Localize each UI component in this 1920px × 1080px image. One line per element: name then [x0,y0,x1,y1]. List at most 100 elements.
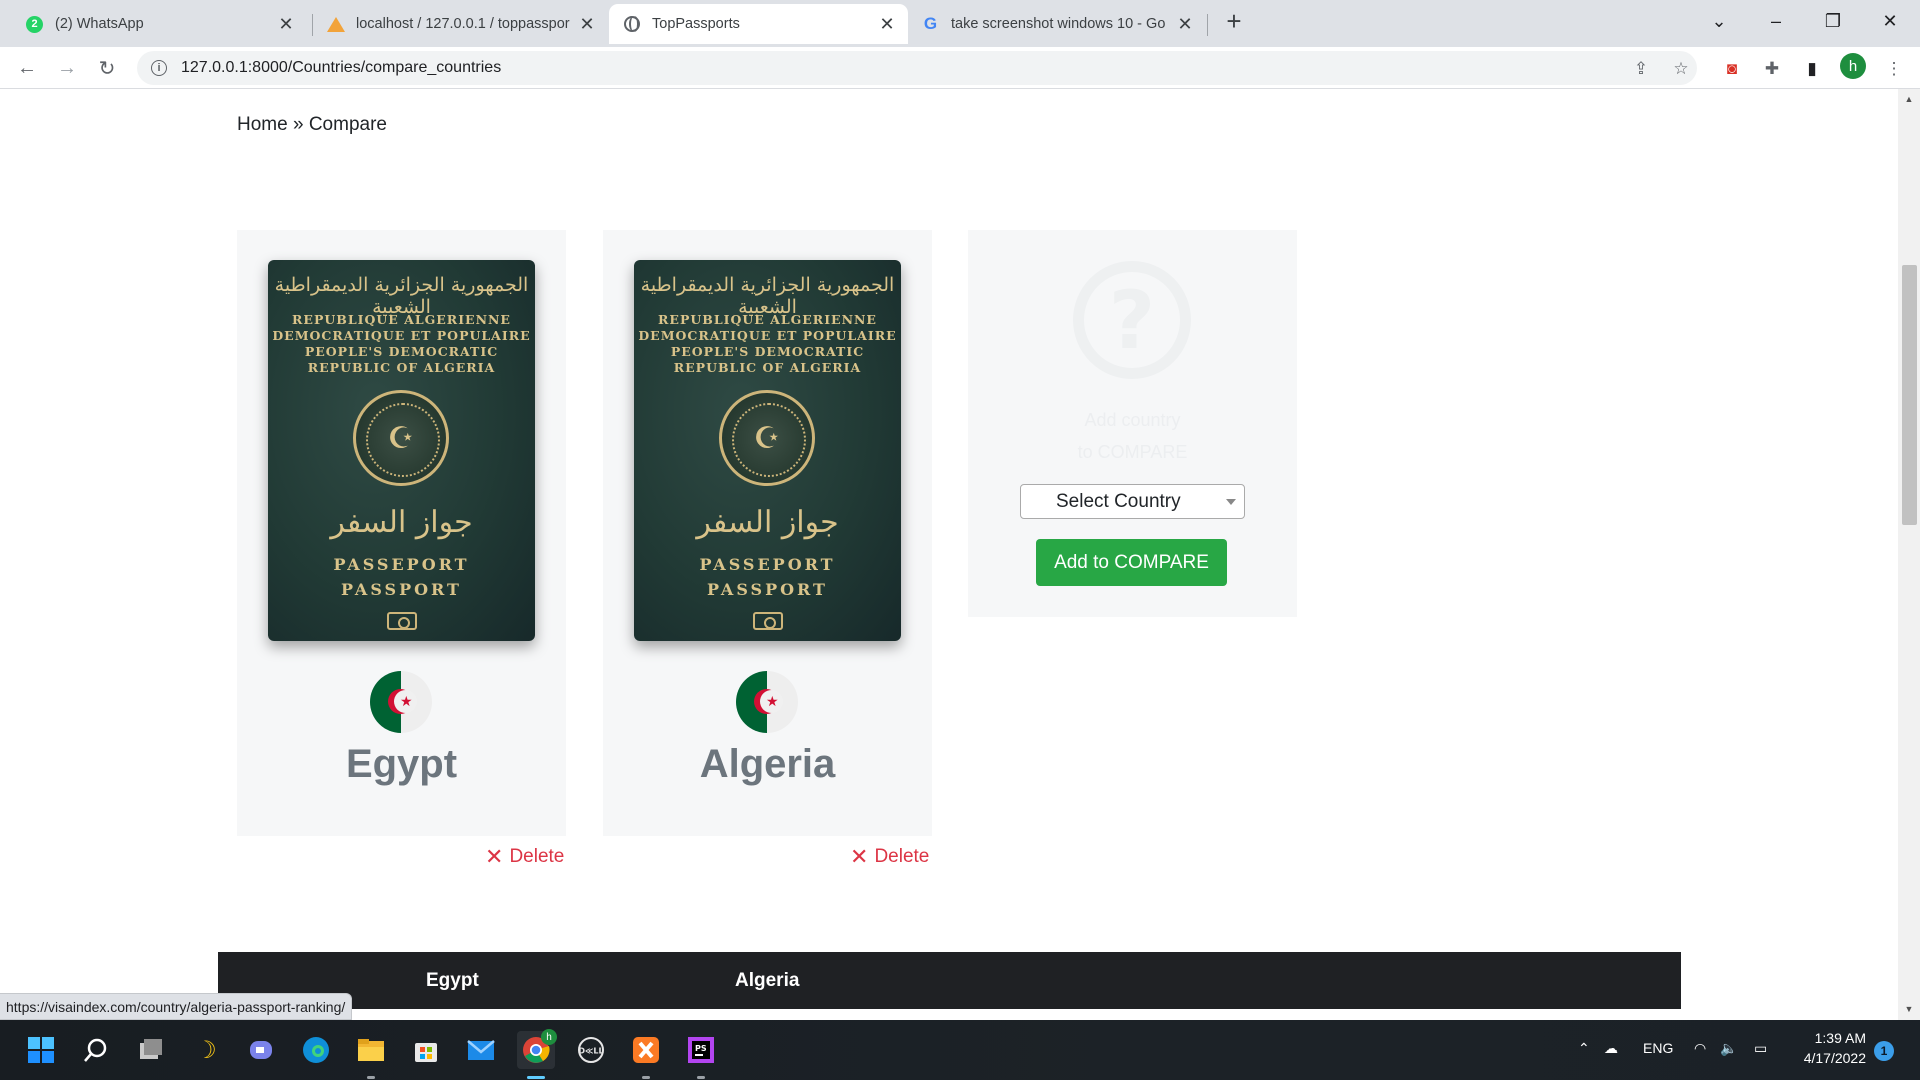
chrome-profile-badge: h [541,1029,557,1045]
microsoft-store-icon[interactable] [407,1031,445,1069]
tab-title: localhost / 127.0.0.1 / toppasspor [356,16,570,32]
windows-start-icon[interactable] [22,1031,60,1069]
passport-arabic-word: جواز السفر [330,505,473,540]
select-value: Select Country [1056,490,1181,512]
teams-chat-icon[interactable] [242,1031,280,1069]
profile-avatar[interactable]: h [1840,53,1866,79]
input-language[interactable]: ENG [1643,1040,1673,1056]
menu-kebab-icon[interactable]: ⋮ [1884,59,1904,79]
country-name[interactable]: Algeria [603,742,932,787]
scrollbar[interactable] [1898,89,1920,1020]
add-country-hint: Add country to COMPARE [1077,410,1188,462]
system-clock[interactable]: 1:39 AM 4/17/2022 [1786,1028,1866,1068]
delete-label: Delete [874,846,930,867]
close-icon[interactable]: ✕ [578,14,596,34]
chevron-down-icon [1226,499,1236,505]
extension-pocket-icon[interactable]: ◙ [1722,59,1742,79]
forward-arrow-icon[interactable]: → [52,53,82,83]
night-light-moon-icon[interactable]: ☽ [187,1031,225,1069]
running-indicator [367,1076,375,1079]
url-text[interactable]: 127.0.0.1:8000/Countries/compare_countri… [181,59,501,77]
close-icon[interactable]: ✕ [277,14,295,34]
share-icon[interactable]: ⇪ [1631,59,1651,79]
country-select[interactable]: Select Country [1020,484,1245,519]
breadcrumb-current: Compare [308,114,387,135]
passport-cover-image[interactable]: الجمهورية الجزائرية الديمقراطية الشعبية … [634,260,901,641]
close-icon[interactable]: ✕ [1176,14,1194,34]
biometric-chip-icon [753,612,783,630]
tab-google[interactable]: G take screenshot windows 10 - Go ✕ [908,4,1206,44]
svg-text:PS: PS [695,1044,707,1053]
mail-icon[interactable] [462,1031,500,1069]
passport-cover-image[interactable]: الجمهورية الجزائرية الديمقراطية الشعبية … [268,260,535,641]
new-tab-button[interactable]: + [1222,8,1246,34]
reload-icon[interactable]: ↻ [92,53,122,83]
link-status-bubble: https://visaindex.com/country/algeria-pa… [0,993,353,1020]
show-hidden-icons-chevron-icon[interactable]: ⌃ [1578,1040,1590,1057]
tab-phpmyadmin[interactable]: localhost / 127.0.0.1 / toppasspor ✕ [313,4,608,44]
running-indicator [642,1076,650,1079]
tab-search-chevron-icon[interactable]: ⌄ [1696,6,1742,36]
scroll-up-icon[interactable]: ▲ [1903,94,1915,106]
site-info-icon[interactable]: i [151,60,167,76]
dell-icon[interactable]: D≪LL [572,1031,610,1069]
google-icon: G [923,14,938,33]
tab-toppassports[interactable]: TopPassports ✕ [609,4,908,44]
table-header-cell: Algeria [735,970,800,991]
comparison-table-header: Egypt Algeria [218,952,1681,1009]
battery-icon[interactable]: ▭ [1754,1040,1767,1057]
passport-country-lines: REPUBLIQUE ALGERIENNE DEMOCRATIQUE ET PO… [272,312,531,375]
tab-title: take screenshot windows 10 - Go [951,16,1166,32]
country-card-algeria: الجمهورية الجزائرية الديمقراطية الشعبية … [603,230,932,836]
volume-icon[interactable]: 🔈 [1720,1040,1737,1057]
delete-label: Delete [509,846,565,867]
side-panel-icon[interactable]: ▮ [1802,59,1822,79]
tab-whatsapp[interactable]: 2 (2) WhatsApp ✕ [12,4,307,44]
minimize-icon[interactable]: – [1753,6,1799,36]
task-view-icon[interactable] [132,1031,170,1069]
phpstorm-icon[interactable]: PS [682,1031,720,1069]
edge-browser-icon[interactable] [297,1031,335,1069]
chrome-icon[interactable]: h [517,1029,557,1069]
close-icon[interactable]: ✕ [878,14,896,34]
tab-title: (2) WhatsApp [55,16,144,32]
browser-toolbar: ← → ↻ i 127.0.0.1:8000/Countries/compare… [0,47,1920,89]
national-emblem-icon [353,390,449,486]
tab-strip: 2 (2) WhatsApp ✕ localhost / 127.0.0.1 /… [0,0,1920,47]
breadcrumb: Home » Compare [237,114,387,136]
delete-button[interactable]: ✕ Delete [485,846,564,868]
delete-button[interactable]: ✕ Delete [850,846,929,868]
add-country-card: ? Add country to COMPARE Select Country … [968,230,1297,617]
breadcrumb-home-link[interactable]: Home [237,114,288,136]
globe-icon [623,16,640,33]
notification-badge[interactable]: 1 [1874,1041,1894,1061]
window-close-icon[interactable]: ✕ [1867,6,1913,36]
phpmyadmin-icon [326,16,345,33]
flag-icon: ★ [370,671,432,733]
x-icon: ✕ [850,844,869,869]
breadcrumb-separator: » [292,114,304,135]
back-arrow-icon[interactable]: ← [12,53,42,83]
address-bar[interactable]: i 127.0.0.1:8000/Countries/compare_count… [137,51,1697,85]
file-explorer-icon[interactable] [352,1031,390,1069]
flag-icon: ★ [736,671,798,733]
wifi-icon[interactable]: ◠ [1694,1040,1706,1057]
xampp-icon[interactable] [627,1031,665,1069]
extensions-puzzle-icon[interactable]: ✚ [1762,59,1782,79]
national-emblem-icon [719,390,815,486]
scrollbar-thumb[interactable] [1902,265,1917,525]
tab-separator [1207,14,1208,36]
bookmark-star-icon[interactable]: ☆ [1671,59,1691,79]
add-to-compare-button[interactable]: Add to COMPARE [1036,539,1227,586]
x-icon: ✕ [485,844,504,869]
country-card-egypt: الجمهورية الجزائرية الديمقراطية الشعبية … [237,230,566,836]
search-icon[interactable] [77,1031,115,1069]
restore-icon[interactable]: ❐ [1810,6,1856,36]
country-name[interactable]: Egypt [237,742,566,787]
whatsapp-icon: 2 [26,15,43,33]
question-icon: ? [1073,261,1191,379]
running-indicator [697,1076,705,1079]
scroll-down-icon[interactable]: ▼ [1903,1004,1915,1016]
svg-text:D≪LL: D≪LL [578,1047,603,1056]
onedrive-icon[interactable]: ☁ [1604,1040,1618,1057]
